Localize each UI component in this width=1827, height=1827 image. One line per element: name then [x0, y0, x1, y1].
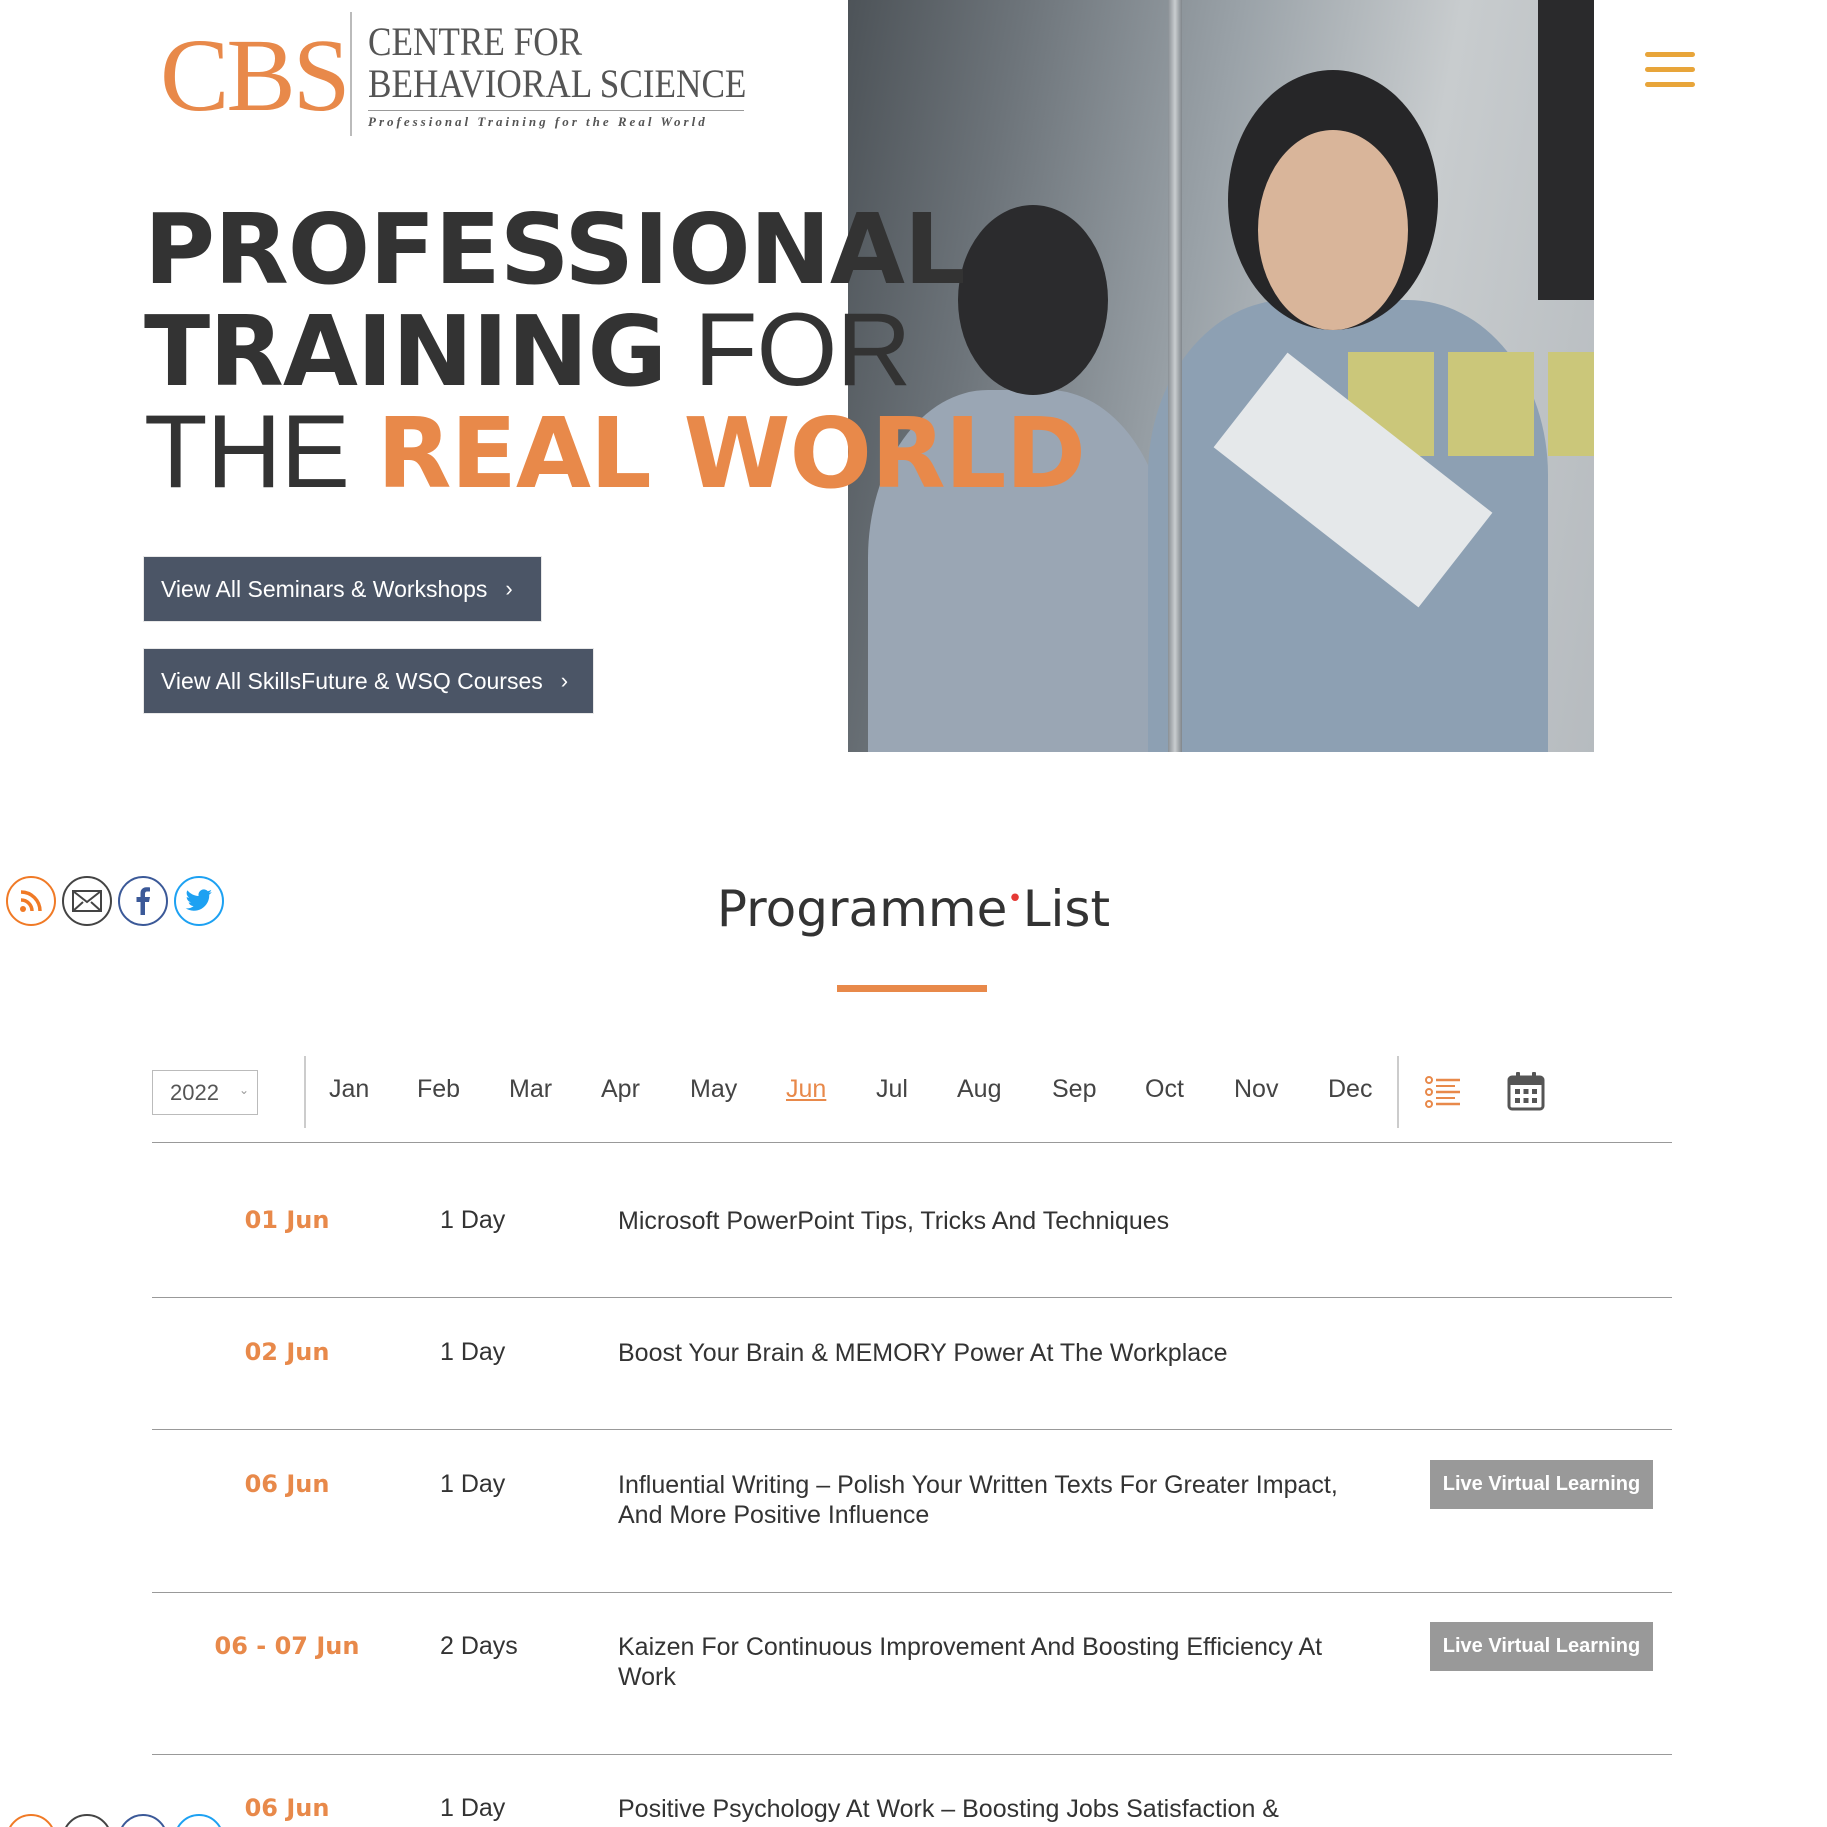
programme-name[interactable]: Microsoft PowerPoint Tips, Tricks And Te…: [618, 1206, 1378, 1236]
programme-name[interactable]: Boost Your Brain & MEMORY Power At The W…: [618, 1338, 1378, 1368]
mail-icon[interactable]: [62, 1814, 112, 1827]
title-part-1: Programme: [716, 880, 1008, 938]
headline-line-3-orange: REAL WORLD: [376, 397, 1086, 510]
table-divider: [152, 1297, 1672, 1298]
logo-divider: [350, 12, 352, 136]
table-divider: [152, 1142, 1672, 1143]
programme-date: 01 Jun: [244, 1206, 330, 1234]
programme-date: 06 - 07 Jun: [214, 1632, 360, 1660]
table-divider: [152, 1429, 1672, 1430]
hamburger-menu-icon[interactable]: [1645, 52, 1695, 88]
title-dot: •: [1007, 884, 1023, 914]
live-virtual-badge: Live Virtual Learning: [1430, 1460, 1653, 1509]
programme-name[interactable]: Kaizen For Continuous Improvement And Bo…: [618, 1632, 1378, 1692]
headline-line-2-bold: TRAINING: [144, 295, 667, 408]
title-underline: [837, 985, 987, 992]
programme-date: 02 Jun: [244, 1338, 330, 1366]
calendar-view-icon[interactable]: [1507, 1071, 1545, 1111]
live-virtual-badge: Live Virtual Learning: [1430, 1622, 1653, 1671]
view-skillsfuture-button[interactable]: View All SkillsFuture & WSQ Courses ›: [144, 649, 593, 713]
month-tab-jul[interactable]: Jul: [876, 1075, 908, 1104]
month-tab-aug[interactable]: Aug: [957, 1075, 1001, 1104]
logo-underline: [368, 110, 744, 111]
view-seminars-label: View All Seminars & Workshops: [161, 575, 488, 602]
month-tab-dec[interactable]: Dec: [1328, 1075, 1372, 1104]
month-tab-apr[interactable]: Apr: [601, 1075, 640, 1104]
month-tab-sep[interactable]: Sep: [1052, 1075, 1096, 1104]
programme-list-title: Programme•List: [0, 880, 1827, 938]
table-divider: [152, 1754, 1672, 1755]
month-tab-feb[interactable]: Feb: [417, 1075, 460, 1104]
programme-name[interactable]: Influential Writing – Polish Your Writte…: [618, 1470, 1378, 1530]
headline-line-3-light: THE: [144, 394, 377, 510]
programme-duration: 1 Day: [440, 1794, 506, 1822]
month-tab-oct[interactable]: Oct: [1145, 1075, 1184, 1104]
chevron-right-icon: ›: [560, 668, 569, 693]
view-seminars-button[interactable]: View All Seminars & Workshops ›: [144, 557, 541, 621]
chevron-right-icon: ›: [505, 576, 513, 601]
programme-duration: 1 Day: [440, 1338, 506, 1366]
programme-duration: 1 Day: [440, 1206, 506, 1234]
programme-name[interactable]: Positive Psychology At Work – Boosting J…: [618, 1794, 1378, 1824]
programme-date: 06 Jun: [244, 1470, 330, 1498]
programme-date: 06 Jun: [244, 1794, 330, 1822]
month-tab-jun[interactable]: Jun: [786, 1075, 826, 1104]
year-value: 2022: [170, 1079, 219, 1105]
month-tab-nov[interactable]: Nov: [1234, 1075, 1278, 1104]
title-part-2: List: [1022, 880, 1111, 938]
list-view-icon[interactable]: [1425, 1076, 1461, 1108]
month-tab-jan[interactable]: Jan: [329, 1075, 369, 1104]
logo-line-1: CENTRE FOR: [368, 19, 583, 64]
site-logo[interactable]: CBS CENTRE FOR BEHAVIORAL SCIENCE Profes…: [160, 10, 760, 138]
month-tab-mar[interactable]: Mar: [509, 1075, 552, 1104]
chevron-down-icon: ⌄: [238, 1083, 249, 1097]
year-select[interactable]: 2022 ⌄: [152, 1070, 258, 1115]
logo-line-2: BEHAVIORAL SCIENCE: [368, 61, 747, 106]
headline-line-2-light: FOR: [666, 292, 912, 408]
view-skillsfuture-label: View All SkillsFuture & WSQ Courses: [161, 667, 543, 694]
programme-duration: 1 Day: [440, 1470, 506, 1498]
logo-abbr: CBS: [160, 18, 351, 133]
table-divider: [152, 1592, 1672, 1593]
rss-icon[interactable]: [6, 1814, 56, 1827]
month-tab-may[interactable]: May: [690, 1075, 737, 1104]
filter-divider: [304, 1056, 306, 1128]
filter-divider: [1397, 1056, 1399, 1128]
hero-headline: PROFESSIONAL TRAINING FOR THE REAL WORLD: [144, 200, 1086, 505]
logo-tagline: Professional Training for the Real World: [368, 114, 708, 129]
headline-line-1: PROFESSIONAL: [144, 193, 966, 306]
programme-duration: 2 Days: [440, 1632, 518, 1660]
